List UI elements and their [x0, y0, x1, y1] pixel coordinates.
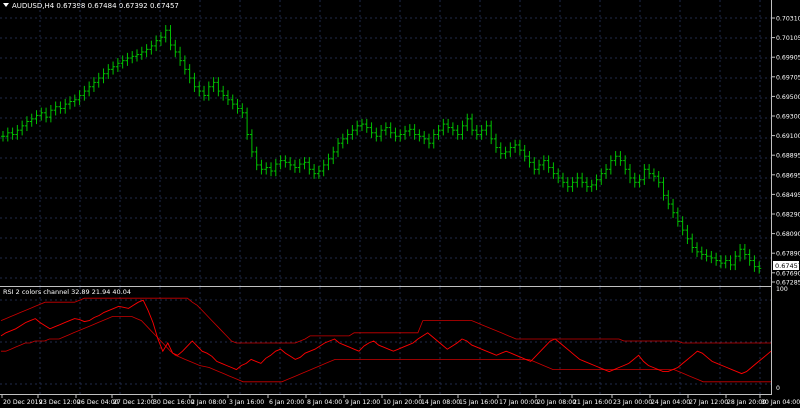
price-tick-label: 0.67890 — [776, 251, 800, 258]
time-tick-label: 15 Jan 16:00 — [459, 399, 498, 406]
time-tick-label: 20 Jan 08:00 — [537, 399, 576, 406]
time-tick-label: 27 Dec 12:00 — [113, 399, 155, 406]
time-tick-label: 14 Jan 08:00 — [421, 399, 460, 406]
rsi-grid — [0, 287, 771, 394]
current-price-box: 0.67457 — [773, 261, 800, 270]
price-tick-label: 0.68695 — [776, 172, 800, 179]
price-axis: 0.70310 0.70105 0.69905 0.69705 0.69500 0.693… — [771, 16, 800, 287]
price-tick-label: 0.68090 — [776, 231, 800, 238]
time-tick-label: 30 Dec 16:00 — [153, 399, 195, 406]
time-axis: 20 Dec 201923 Dec 12:0026 Dec 04:0027 De… — [1, 394, 800, 406]
time-tick-label: 27 Jan 12:00 — [689, 399, 728, 406]
time-tick-label: 20 Dec 2019 — [3, 399, 43, 406]
rsi-tick-label: 100 — [776, 286, 788, 293]
price-tick-label: 0.67690 — [776, 270, 800, 277]
indicator-label: RSI 2 colors channel 32.89 21.94 40.04 — [3, 288, 132, 296]
time-tick-label: 23 Dec 12:00 — [39, 399, 81, 406]
time-tick-label: 30 Jan 04:00 — [761, 399, 800, 406]
time-tick-label: 21 Jan 16:00 — [573, 399, 612, 406]
price-tick-label: 0.68495 — [776, 192, 800, 199]
rsi-upper-channel — [0, 297, 771, 344]
current-price-label: 0.67457 — [775, 262, 800, 270]
time-tick-label: 6 Jan 20:00 — [269, 399, 304, 406]
price-tick-label: 0.70310 — [776, 16, 800, 23]
rsi-lower-channel — [1, 316, 771, 383]
time-tick-label: 2 Jan 08:00 — [191, 399, 226, 406]
time-tick-label: 24 Jan 04:00 — [651, 399, 690, 406]
price-tick-label: 0.69300 — [776, 114, 800, 121]
time-tick-label: 10 Jan 20:00 — [383, 399, 422, 406]
time-tick-label: 17 Jan 00:00 — [499, 399, 538, 406]
price-tick-label: 0.69500 — [776, 94, 800, 101]
price-axis-line — [771, 0, 772, 395]
time-tick-label: 23 Jan 00:00 — [613, 399, 652, 406]
rsi-line — [0, 299, 772, 375]
price-tick-label: 0.69100 — [776, 133, 800, 140]
price-tick-label: 0.70105 — [776, 35, 800, 42]
ohlc-bars — [1, 25, 762, 274]
rsi-tick-label: 0 — [776, 385, 780, 392]
price-tick-label: 0.68895 — [776, 153, 800, 160]
rsi-series — [0, 297, 772, 383]
time-axis-line — [0, 394, 772, 395]
time-tick-label: 8 Jan 04:00 — [307, 399, 342, 406]
time-tick-label: 3 Jan 16:00 — [229, 399, 264, 406]
price-tick-label: 0.68290 — [776, 212, 800, 219]
price-chart[interactable]: 0.70310 0.70105 0.69905 0.69705 0.69500 0.693… — [0, 0, 800, 408]
pane-separator[interactable] — [0, 286, 772, 287]
rsi-axis: 100 0 — [776, 286, 788, 392]
time-tick-label: 9 Jan 12:00 — [345, 399, 380, 406]
price-tick-label: 0.69905 — [776, 55, 800, 62]
price-tick-label: 0.69705 — [776, 74, 800, 81]
main-grid — [0, 0, 771, 286]
